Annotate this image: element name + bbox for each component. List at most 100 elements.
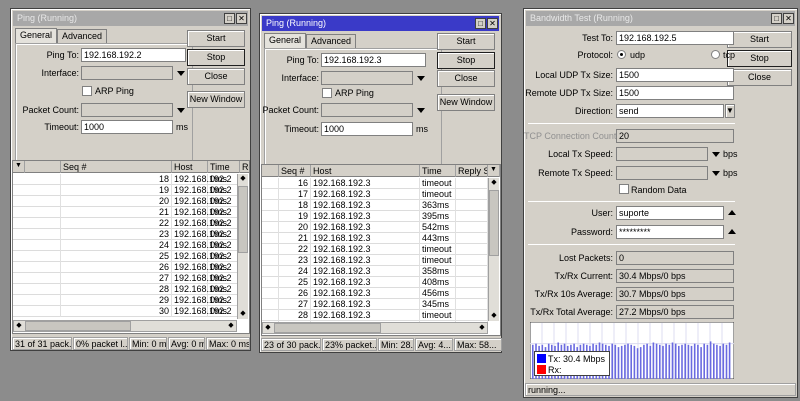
packet-count-input[interactable] bbox=[321, 103, 413, 117]
title-bar[interactable]: Ping (Running) □ ✕ bbox=[13, 11, 248, 26]
column-menu-icon[interactable]: ▼ bbox=[13, 161, 25, 173]
column-header[interactable]: Host bbox=[172, 161, 208, 173]
table-row[interactable]: 22 192.168.192.2 0ms bbox=[13, 218, 245, 229]
vertical-scrollbar[interactable]: ◆ ◆ bbox=[488, 178, 499, 321]
tcp-connection-count-input[interactable]: 20 bbox=[616, 129, 734, 143]
stop-button[interactable]: Stop bbox=[437, 52, 495, 69]
random-data-checkbox[interactable] bbox=[619, 184, 629, 194]
close-icon[interactable]: ✕ bbox=[487, 18, 498, 29]
scroll-thumb[interactable] bbox=[25, 321, 131, 331]
dropdown-arrow-icon[interactable] bbox=[177, 108, 185, 113]
table-row[interactable]: 21 192.168.192.3 443ms bbox=[262, 233, 488, 244]
table-row[interactable]: 25 192.168.192.2 0ms bbox=[13, 251, 245, 262]
title-bar[interactable]: Ping (Running) □ ✕ bbox=[262, 16, 499, 31]
collapse-arrow-icon[interactable] bbox=[728, 229, 736, 234]
new-window-button[interactable]: New Window bbox=[187, 91, 245, 108]
table-row[interactable]: 24 192.168.192.2 0ms bbox=[13, 240, 245, 251]
table-row[interactable]: 21 192.168.192.2 0ms bbox=[13, 207, 245, 218]
column-menu-icon[interactable]: ▼ bbox=[488, 165, 500, 177]
table-row[interactable]: 20 192.168.192.3 542ms bbox=[262, 222, 488, 233]
close-button[interactable]: Close bbox=[437, 70, 495, 87]
local-udp-tx-size-input[interactable]: 1500 bbox=[616, 68, 734, 82]
scroll-up-icon[interactable]: ◆ bbox=[238, 174, 248, 184]
table-row[interactable]: 30 192.168.192.2 0ms bbox=[13, 306, 245, 317]
remote-tx-speed-input[interactable] bbox=[616, 166, 708, 180]
table-row[interactable]: 29 192.168.192.2 0ms bbox=[13, 295, 245, 306]
table-row[interactable]: 25 192.168.192.3 408ms bbox=[262, 277, 488, 288]
tab-advanced[interactable]: Advanced bbox=[306, 34, 357, 48]
scroll-thumb[interactable] bbox=[238, 186, 248, 253]
horizontal-scrollbar[interactable]: ◆ ◆ bbox=[13, 320, 237, 332]
column-header[interactable]: Reply Si bbox=[240, 161, 249, 173]
direction-select[interactable]: send bbox=[616, 104, 724, 118]
dropdown-arrow-icon[interactable] bbox=[177, 71, 185, 76]
interface-select[interactable] bbox=[81, 66, 173, 80]
close-button[interactable]: Close bbox=[727, 69, 792, 86]
column-header[interactable]: Reply Si bbox=[456, 165, 488, 177]
arp-ping-checkbox[interactable] bbox=[82, 86, 92, 96]
close-button[interactable]: Close bbox=[187, 68, 245, 85]
start-button[interactable]: Start bbox=[187, 30, 245, 47]
column-header[interactable]: Time bbox=[208, 161, 240, 173]
stop-button[interactable]: Stop bbox=[187, 49, 245, 66]
table-row[interactable]: 23 192.168.192.2 0ms bbox=[13, 229, 245, 240]
udp-radio[interactable] bbox=[617, 50, 626, 59]
table-row[interactable]: 23 192.168.192.3 timeout bbox=[262, 255, 488, 266]
vertical-scrollbar[interactable]: ◆ ◆ bbox=[237, 174, 248, 319]
tab-advanced[interactable]: Advanced bbox=[57, 29, 108, 43]
table-row[interactable]: 27 192.168.192.3 345ms bbox=[262, 299, 488, 310]
close-icon[interactable]: ✕ bbox=[236, 13, 247, 24]
maximize-icon[interactable]: □ bbox=[771, 13, 782, 24]
local-tx-speed-input[interactable] bbox=[616, 147, 708, 161]
dropdown-arrow-icon[interactable] bbox=[417, 108, 425, 113]
table-row[interactable]: 28 192.168.192.2 0ms bbox=[13, 284, 245, 295]
table-row[interactable]: 16 192.168.192.3 timeout bbox=[262, 178, 488, 189]
table-row[interactable]: 22 192.168.192.3 timeout bbox=[262, 244, 488, 255]
remote-udp-tx-size-input[interactable]: 1500 bbox=[616, 86, 734, 100]
close-icon[interactable]: ✕ bbox=[783, 13, 794, 24]
test-to-input[interactable]: 192.168.192.5 bbox=[616, 31, 734, 45]
start-button[interactable]: Start bbox=[727, 31, 792, 48]
dropdown-arrow-icon[interactable] bbox=[712, 152, 720, 157]
interface-select[interactable] bbox=[321, 71, 413, 85]
title-bar[interactable]: Bandwidth Test (Running) □ ✕ bbox=[526, 11, 795, 26]
tab-general[interactable]: General bbox=[15, 28, 58, 43]
horizontal-scrollbar[interactable]: ◆ ◆ bbox=[262, 322, 488, 334]
scroll-down-icon[interactable]: ◆ bbox=[238, 309, 248, 319]
maximize-icon[interactable]: □ bbox=[224, 13, 235, 24]
timeout-input[interactable]: 1000 bbox=[81, 120, 173, 134]
scroll-right-icon[interactable]: ◆ bbox=[226, 321, 236, 331]
table-row[interactable]: 18 192.168.192.3 363ms bbox=[262, 200, 488, 211]
scroll-thumb[interactable] bbox=[274, 323, 381, 333]
maximize-icon[interactable]: □ bbox=[475, 18, 486, 29]
scroll-down-icon[interactable]: ◆ bbox=[489, 311, 499, 321]
ping-to-input[interactable]: 192.168.192.2 bbox=[81, 48, 186, 62]
password-input[interactable]: ********* bbox=[616, 225, 724, 239]
start-button[interactable]: Start bbox=[437, 33, 495, 50]
column-header[interactable]: Seq # bbox=[61, 161, 172, 173]
column-header[interactable]: Host bbox=[311, 165, 420, 177]
table-row[interactable]: 24 192.168.192.3 358ms bbox=[262, 266, 488, 277]
scroll-right-icon[interactable]: ◆ bbox=[477, 323, 487, 333]
user-input[interactable]: suporte bbox=[616, 206, 724, 220]
table-row[interactable]: 17 192.168.192.3 timeout bbox=[262, 189, 488, 200]
tab-general[interactable]: General bbox=[264, 33, 307, 48]
stop-button[interactable]: Stop bbox=[727, 50, 792, 67]
timeout-input[interactable]: 1000 bbox=[321, 122, 413, 136]
table-row[interactable]: 20 192.168.192.2 0ms bbox=[13, 196, 245, 207]
scroll-thumb[interactable] bbox=[489, 190, 499, 256]
table-row[interactable]: 18 192.168.192.2 0ms bbox=[13, 174, 245, 185]
scroll-left-icon[interactable]: ◆ bbox=[263, 323, 273, 333]
dropdown-arrow-icon[interactable] bbox=[712, 171, 720, 176]
table-row[interactable]: 19 192.168.192.3 395ms bbox=[262, 211, 488, 222]
tcp-radio[interactable] bbox=[711, 50, 720, 59]
table-row[interactable]: 27 192.168.192.2 0ms bbox=[13, 273, 245, 284]
packet-count-input[interactable] bbox=[81, 103, 173, 117]
table-row[interactable]: 26 192.168.192.3 456ms bbox=[262, 288, 488, 299]
column-header[interactable]: Seq # bbox=[279, 165, 311, 177]
arp-ping-checkbox[interactable] bbox=[322, 88, 332, 98]
table-row[interactable]: 28 192.168.192.3 timeout bbox=[262, 310, 488, 321]
dropdown-arrow-icon[interactable] bbox=[417, 76, 425, 81]
collapse-arrow-icon[interactable] bbox=[728, 210, 736, 215]
column-header[interactable]: Time bbox=[420, 165, 456, 177]
